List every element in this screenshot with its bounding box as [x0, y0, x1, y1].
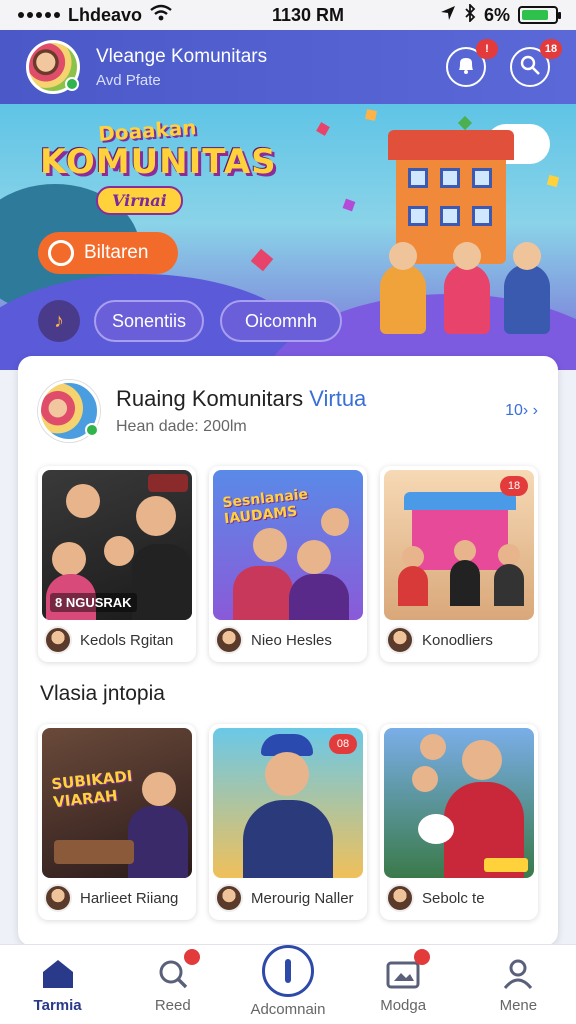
- logo-line-2: KOMUNITAS: [40, 142, 277, 182]
- video-grid-2: SUBIKADI VIARAH Harlieet Riiang 08 Merou…: [38, 724, 538, 920]
- bell-icon: [455, 54, 477, 81]
- video-thumbnail: 08: [213, 728, 363, 878]
- status-bar: Lhdeavo 1130 RM 6%: [0, 0, 576, 30]
- nav-label-media: Modga: [380, 997, 427, 1014]
- creator-avatar: [44, 626, 72, 654]
- video-tile[interactable]: SUBIKADI VIARAH Harlieet Riiang: [38, 724, 196, 920]
- creator-avatar: [44, 884, 72, 912]
- hero-banner: Doaakan KOMUNITAS Virnai Biltaren ♪ Sone…: [0, 104, 576, 370]
- online-indicator: [65, 77, 79, 91]
- nav-label-profile: Mene: [499, 997, 538, 1014]
- creator-name: Sebolc te: [422, 889, 485, 907]
- creator-name: Harlieet Riiang: [80, 889, 179, 907]
- header-subtitle: Avd Pfate: [96, 71, 161, 89]
- confetti: [342, 198, 356, 212]
- app-header: Vleange Komunitars Avd Pfate ! 18: [0, 30, 576, 104]
- video-grid-1: 8 NGUSRAK Kedols Rgitan Sesnlanaie IAUDA…: [38, 466, 538, 662]
- room-count-link[interactable]: 10› ›: [505, 402, 538, 420]
- video-tile[interactable]: Sesnlanaie IAUDAMS Nieo Hesles: [209, 466, 367, 662]
- user-avatar[interactable]: [26, 40, 80, 94]
- nav-badge: [414, 949, 431, 965]
- add-icon: [261, 945, 314, 997]
- tile-badge: 08: [329, 734, 357, 754]
- confetti: [546, 174, 560, 188]
- tile-badge: 18: [500, 476, 528, 496]
- logo-line-3: Virnai: [96, 186, 183, 215]
- content-card: Ruaing Komunitars Virtua Hean dade: 200l…: [18, 356, 558, 946]
- record-icon: [48, 240, 74, 266]
- creator-avatar: [386, 626, 414, 654]
- video-tile[interactable]: 18 Konodliers: [380, 466, 538, 662]
- room-subtitle: Hean dade: 200lm: [116, 418, 247, 435]
- notification-button[interactable]: !: [446, 39, 498, 87]
- nav-media[interactable]: Modga: [348, 949, 458, 1014]
- cta-label: Biltaren: [84, 242, 149, 263]
- logo-line-1: Doaakan: [97, 115, 198, 146]
- nav-profile[interactable]: Mene: [463, 955, 573, 1014]
- creator-avatar: [386, 884, 414, 912]
- section-title: Vlasia jntopia: [40, 682, 165, 705]
- music-note-icon[interactable]: ♪: [38, 300, 80, 342]
- online-indicator: [85, 423, 99, 437]
- video-thumbnail: 18: [384, 470, 534, 620]
- room-title: Ruaing Komunitars Virtua: [116, 386, 367, 411]
- search-icon: [519, 54, 541, 81]
- bluetooth-icon: [464, 2, 476, 27]
- profile-icon: [499, 955, 537, 993]
- location-icon: [440, 5, 456, 26]
- confetti: [316, 122, 330, 136]
- video-thumbnail: Sesnlanaie IAUDAMS: [213, 470, 363, 620]
- thumbnail-caption: 8 NGUSRAK: [50, 593, 137, 612]
- creator-name: Merourig Naller: [251, 889, 354, 907]
- nav-add[interactable]: Adcomnain: [233, 945, 343, 1018]
- battery-percent: 6%: [483, 4, 510, 25]
- search-icon: [154, 949, 200, 993]
- room-avatar: [38, 380, 100, 442]
- filter-pill-1[interactable]: Sonentiis: [94, 300, 204, 342]
- carrier-label: Lhdeavo: [68, 4, 143, 25]
- video-tile[interactable]: 08 Merourig Naller: [209, 724, 367, 920]
- video-thumbnail: [384, 728, 534, 878]
- search-button[interactable]: 18: [510, 39, 562, 87]
- nav-search[interactable]: Reed: [118, 949, 228, 1014]
- wifi-icon: [150, 4, 172, 27]
- confetti: [250, 248, 274, 272]
- creator-name: Konodliers: [422, 631, 493, 649]
- video-tile[interactable]: Sebolc te: [380, 724, 538, 920]
- filter-pill-2[interactable]: Oicomnh: [220, 300, 342, 342]
- header-title: Vleange Komunitars: [96, 45, 268, 67]
- nav-label-search: Reed: [154, 997, 191, 1014]
- notification-badge: !: [476, 39, 498, 59]
- creator-avatar: [215, 884, 243, 912]
- nav-label-add: Adcomnain: [250, 1001, 326, 1018]
- video-thumbnail: 8 NGUSRAK: [42, 470, 192, 620]
- video-tile[interactable]: 8 NGUSRAK Kedols Rgitan: [38, 466, 196, 662]
- signal-icon: [18, 12, 60, 18]
- creator-name: Kedols Rgitan: [80, 631, 174, 649]
- nav-badge: [183, 949, 200, 965]
- confetti: [365, 109, 377, 121]
- nav-home[interactable]: Tarmia: [3, 955, 113, 1014]
- cta-button[interactable]: Biltaren: [38, 232, 178, 274]
- creator-name: Nieo Hesles: [251, 631, 332, 649]
- home-icon: [39, 955, 77, 993]
- confetti: [457, 115, 473, 131]
- media-icon: [384, 949, 431, 993]
- people-illustration: [380, 242, 570, 334]
- creator-avatar: [215, 626, 243, 654]
- nav-label-home: Tarmia: [33, 997, 82, 1014]
- room-header[interactable]: Ruaing Komunitars Virtua Hean dade: 200l…: [38, 378, 538, 444]
- status-time: 1130 RM: [271, 4, 345, 25]
- video-thumbnail: SUBIKADI VIARAH: [42, 728, 192, 878]
- search-badge: 18: [540, 39, 562, 59]
- community-logo: Doaakan KOMUNITAS Virnai: [40, 115, 277, 226]
- battery-icon: [518, 6, 561, 24]
- bottom-nav: Tarmia Reed Adcomnain Modga Mene: [0, 944, 576, 1024]
